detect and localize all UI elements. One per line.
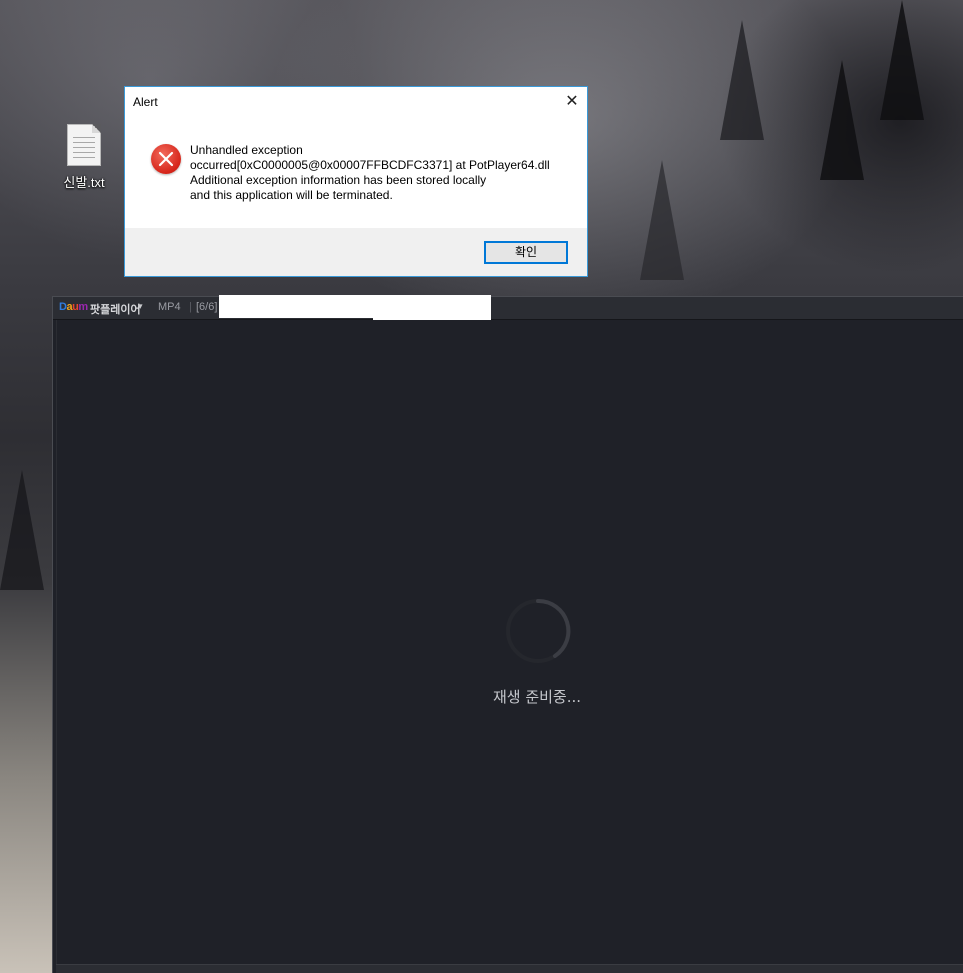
text-file-icon	[67, 124, 101, 166]
dialog-message: Unhandled exception occurred[0xC0000005@…	[190, 143, 550, 203]
loading-status-text: 재생 준비중...	[492, 688, 582, 706]
format-label: MP4	[158, 301, 181, 313]
wallpaper-tree	[820, 60, 864, 180]
player-title-bar[interactable]: Daum 팟플레이어 ▾ MP4 | [6/6]	[53, 295, 963, 320]
app-menu-label[interactable]: 팟플레이어	[90, 301, 141, 317]
message-line: and this application will be terminated.	[190, 188, 393, 202]
title-separator: |	[189, 301, 192, 313]
wallpaper-tree	[720, 20, 764, 140]
alert-dialog: Alert ✕ Unhandled exception occurred[0xC…	[124, 86, 588, 277]
error-icon	[151, 144, 181, 174]
message-line: occurred[0xC0000005@0x00007FFBCDFC3371] …	[190, 158, 550, 172]
daum-logo: Daum	[59, 301, 88, 313]
video-area[interactable]: 재생 준비중...	[56, 320, 963, 965]
desktop-file-label: 신발.txt	[63, 175, 105, 190]
close-icon[interactable]: ✕	[563, 93, 581, 111]
chevron-down-icon[interactable]: ▾	[138, 301, 143, 312]
redacted-filename	[219, 295, 373, 318]
dialog-title: Alert	[133, 95, 158, 109]
potplayer-window: Daum 팟플레이어 ▾ MP4 | [6/6] 재생 준비중...	[52, 295, 963, 973]
redacted-filename	[373, 295, 491, 320]
player-bottom-bar	[56, 964, 963, 973]
desktop-file-shoe-txt[interactable]: 신발.txt	[58, 124, 110, 191]
playlist-position: [6/6]	[196, 301, 218, 313]
wallpaper-tree	[880, 0, 924, 120]
wallpaper-tree	[0, 470, 44, 590]
wallpaper-tree	[640, 160, 684, 280]
message-line: Unhandled exception	[190, 143, 303, 157]
dialog-footer: 확인	[125, 228, 587, 276]
ok-button[interactable]: 확인	[484, 241, 568, 264]
message-line: Additional exception information has bee…	[190, 173, 487, 187]
loading-spinner-icon	[506, 598, 571, 663]
